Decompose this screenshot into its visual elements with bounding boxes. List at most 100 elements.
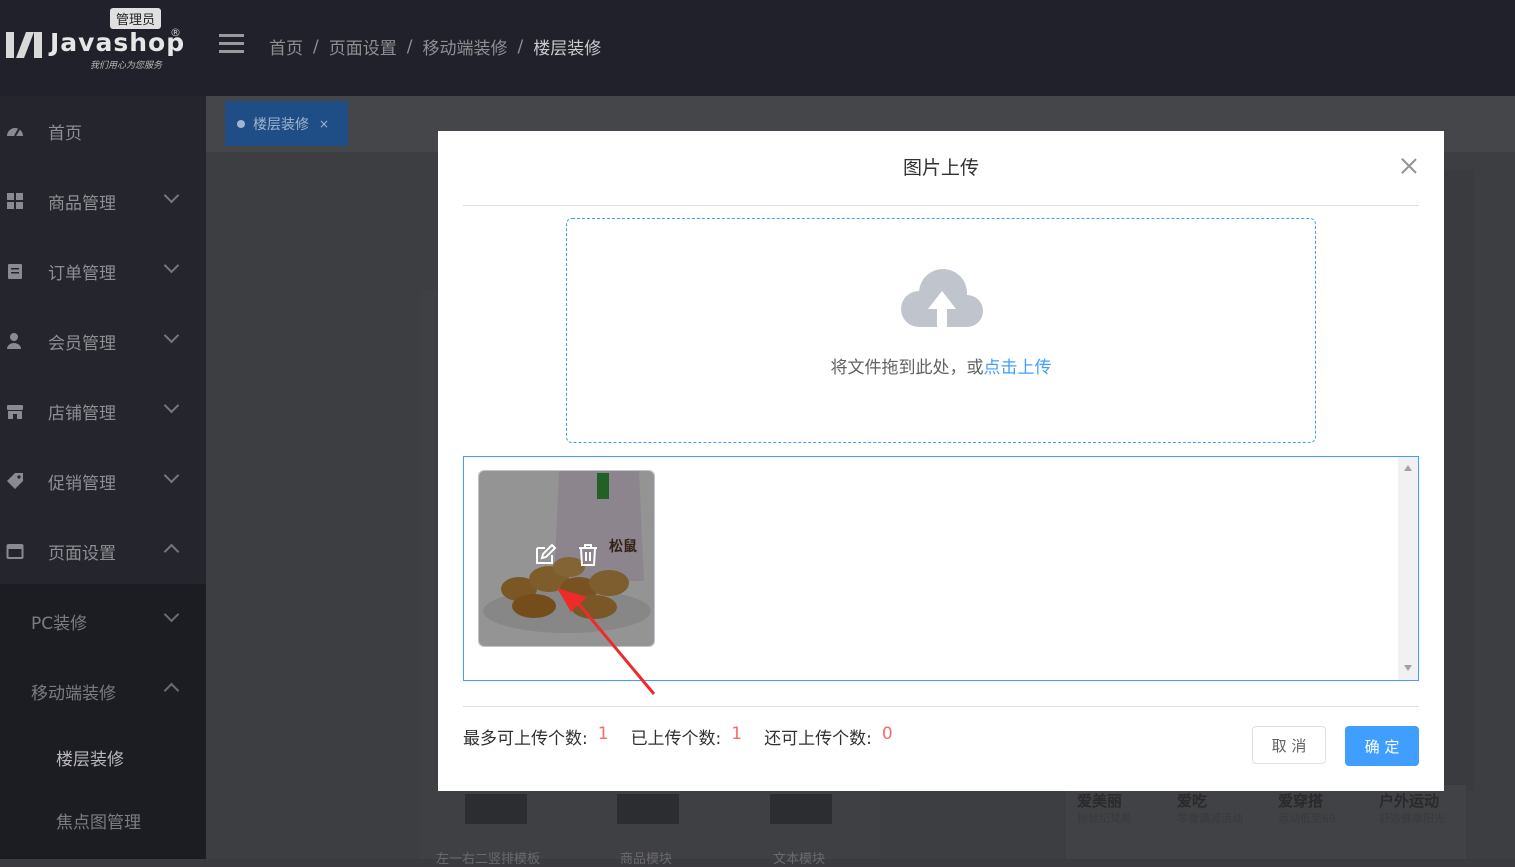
sidebar-item-goods[interactable]: 商品管理 <box>0 166 206 236</box>
trash-icon[interactable] <box>576 543 600 567</box>
chevron-down-icon <box>163 257 180 274</box>
scrollbar[interactable] <box>1398 457 1418 680</box>
promo-item: 爱美丽 粉丝纪梵希 <box>1066 788 1164 859</box>
promo-title: 户外运动 <box>1379 792 1440 810</box>
template-text-module[interactable]: 文本模块 <box>725 790 875 867</box>
edit-icon[interactable] <box>533 543 557 567</box>
sidebar-item-label: 订单管理 <box>48 263 116 284</box>
chevron-down-icon <box>163 397 180 414</box>
chevron-up-icon <box>163 682 180 699</box>
tab-floor-decoration[interactable]: 楼层装修 × <box>225 101 348 146</box>
dropzone-hint: 将文件拖到此处，或点击上传 <box>567 353 1315 378</box>
breadcrumb-separator: / <box>406 36 413 57</box>
template-layout-icon <box>465 794 527 824</box>
uploaded-image-list: 松鼠 <box>463 456 1419 681</box>
template-layout-icon <box>617 794 679 824</box>
sidebar-item-members[interactable]: 会员管理 <box>0 306 206 376</box>
promo-item: 爱吃 零食满减活动 <box>1166 788 1264 859</box>
dashboard-icon <box>7 128 23 137</box>
user-icon <box>7 333 21 349</box>
template-name: 商品模块 <box>620 852 673 867</box>
menu-toggle-icon[interactable] <box>219 34 244 54</box>
sidebar-item-label: 商品管理 <box>48 193 116 214</box>
promo-title: 爱穿搭 <box>1278 792 1324 810</box>
breadcrumb-item-page-settings[interactable]: 页面设置 <box>329 34 397 59</box>
sidebar: 首页 商品管理 订单管理 会员管理 店铺管理 促销管理 页面设置 PC装修 移动 <box>0 96 206 859</box>
sidebar-subitem-pc-decoration[interactable]: PC装修 <box>0 589 206 651</box>
cloud-upload-icon <box>901 269 983 329</box>
promo-title: 爱美丽 <box>1077 792 1123 810</box>
sidebar-item-stores[interactable]: 店铺管理 <box>0 376 206 446</box>
sidebar-item-label: 促销管理 <box>48 473 116 494</box>
tab-active-dot <box>237 119 245 128</box>
divider <box>463 205 1419 206</box>
chevron-down-icon <box>163 606 180 623</box>
sidebar-item-home[interactable]: 首页 <box>0 96 206 166</box>
sidebar-subitem-label: 楼层装修 <box>56 750 124 770</box>
submenu: PC装修 移动端装修 楼层装修 焦点图管理 <box>0 584 206 859</box>
promo-subtitle: 运动低至69 <box>1278 812 1336 825</box>
dropzone-hint-text: 将文件拖到此处，或 <box>830 358 984 378</box>
click-upload-link[interactable]: 点击上传 <box>984 358 1052 378</box>
window-icon <box>6 544 24 559</box>
chevron-down-icon <box>163 187 180 204</box>
stat-remaining-value: 0 <box>881 724 893 744</box>
stat-uploaded-label: 已上传个数: <box>630 729 722 749</box>
scroll-down-icon[interactable] <box>1404 665 1412 671</box>
divider <box>463 706 1419 707</box>
template-left-one-right-two[interactable]: 左一右二竖排模板 <box>420 790 570 867</box>
sidebar-subitem-banner-management[interactable]: 焦点图管理 <box>0 788 206 850</box>
sidebar-subitem-floor-decoration[interactable]: 楼层装修 <box>0 725 206 787</box>
tab-label: 楼层装修 <box>253 116 309 133</box>
promo-item: 户外运动 舒适健康阳光 <box>1368 788 1466 859</box>
sidebar-subitem-label: PC装修 <box>31 614 88 634</box>
promo-subtitle: 零食满减活动 <box>1177 812 1243 825</box>
preview-strip <box>1444 170 1474 790</box>
sidebar-item-orders[interactable]: 订单管理 <box>0 236 206 306</box>
upload-dropzone[interactable]: 将文件拖到此处，或点击上传 <box>566 218 1316 443</box>
promo-title: 爱吃 <box>1177 792 1208 810</box>
image-upload-dialog: 图片上传 将文件拖到此处，或点击上传 松鼠 最多可上传个数: 1 已上传个数: … <box>438 131 1444 791</box>
confirm-button[interactable]: 确 定 <box>1345 726 1419 766</box>
scroll-up-icon[interactable] <box>1404 465 1412 471</box>
template-goods-module[interactable]: 商品模块 <box>572 790 722 867</box>
uploaded-image-thumbnail[interactable]: 松鼠 <box>478 470 655 647</box>
sidebar-subitem-label: 焦点图管理 <box>56 813 141 833</box>
close-icon[interactable] <box>1400 157 1418 175</box>
grid-icon <box>7 193 23 209</box>
thumbnail-hover-mask <box>479 471 654 646</box>
stat-max-value: 1 <box>597 724 609 744</box>
chevron-down-icon <box>163 327 180 344</box>
top-bar: Javashop ® 我们用心为您服务 管理员 首页 / 页面设置 / 移动端装… <box>0 0 1515 96</box>
chevron-up-icon <box>163 543 180 560</box>
stat-uploaded-value: 1 <box>731 724 743 744</box>
promo-subtitle: 粉丝纪梵希 <box>1077 812 1132 825</box>
upload-stats: 最多可上传个数: 1 已上传个数: 1 还可上传个数: 0 <box>463 724 915 749</box>
tag-icon <box>7 473 23 489</box>
store-icon <box>7 405 23 419</box>
template-name: 左一右二竖排模板 <box>436 852 541 867</box>
logo: Javashop ® 我们用心为您服务 管理员 <box>6 8 191 74</box>
clipboard-icon <box>8 264 22 279</box>
breadcrumb-separator: / <box>313 36 319 57</box>
chevron-down-icon <box>163 467 180 484</box>
breadcrumb: 首页 / 页面设置 / 移动端装修 / 楼层装修 <box>269 34 601 60</box>
cancel-button[interactable]: 取 消 <box>1252 726 1326 764</box>
role-badge: 管理员 <box>110 8 162 29</box>
breadcrumb-item-home[interactable]: 首页 <box>269 34 303 59</box>
dialog-title: 图片上传 <box>902 157 979 179</box>
sidebar-item-label: 店铺管理 <box>48 403 116 424</box>
sidebar-item-promotions[interactable]: 促销管理 <box>0 446 206 516</box>
sidebar-item-page-settings[interactable]: 页面设置 <box>0 516 206 586</box>
brand-name: Javashop <box>50 28 186 57</box>
text-template-icon <box>770 794 832 824</box>
breadcrumb-item-mobile-decoration[interactable]: 移动端装修 <box>422 34 507 59</box>
sidebar-item-label: 会员管理 <box>48 333 116 354</box>
stat-max-label: 最多可上传个数: <box>463 729 588 749</box>
brand-tagline: 我们用心为您服务 <box>90 61 163 71</box>
close-icon[interactable]: × <box>319 117 329 131</box>
logo-mark-icon <box>6 32 42 58</box>
sidebar-subitem-mobile-decoration[interactable]: 移动端装修 <box>0 659 206 721</box>
promo-item: 爱穿搭 运动低至69 <box>1267 788 1365 859</box>
stat-remaining-label: 还可上传个数: <box>764 729 872 749</box>
